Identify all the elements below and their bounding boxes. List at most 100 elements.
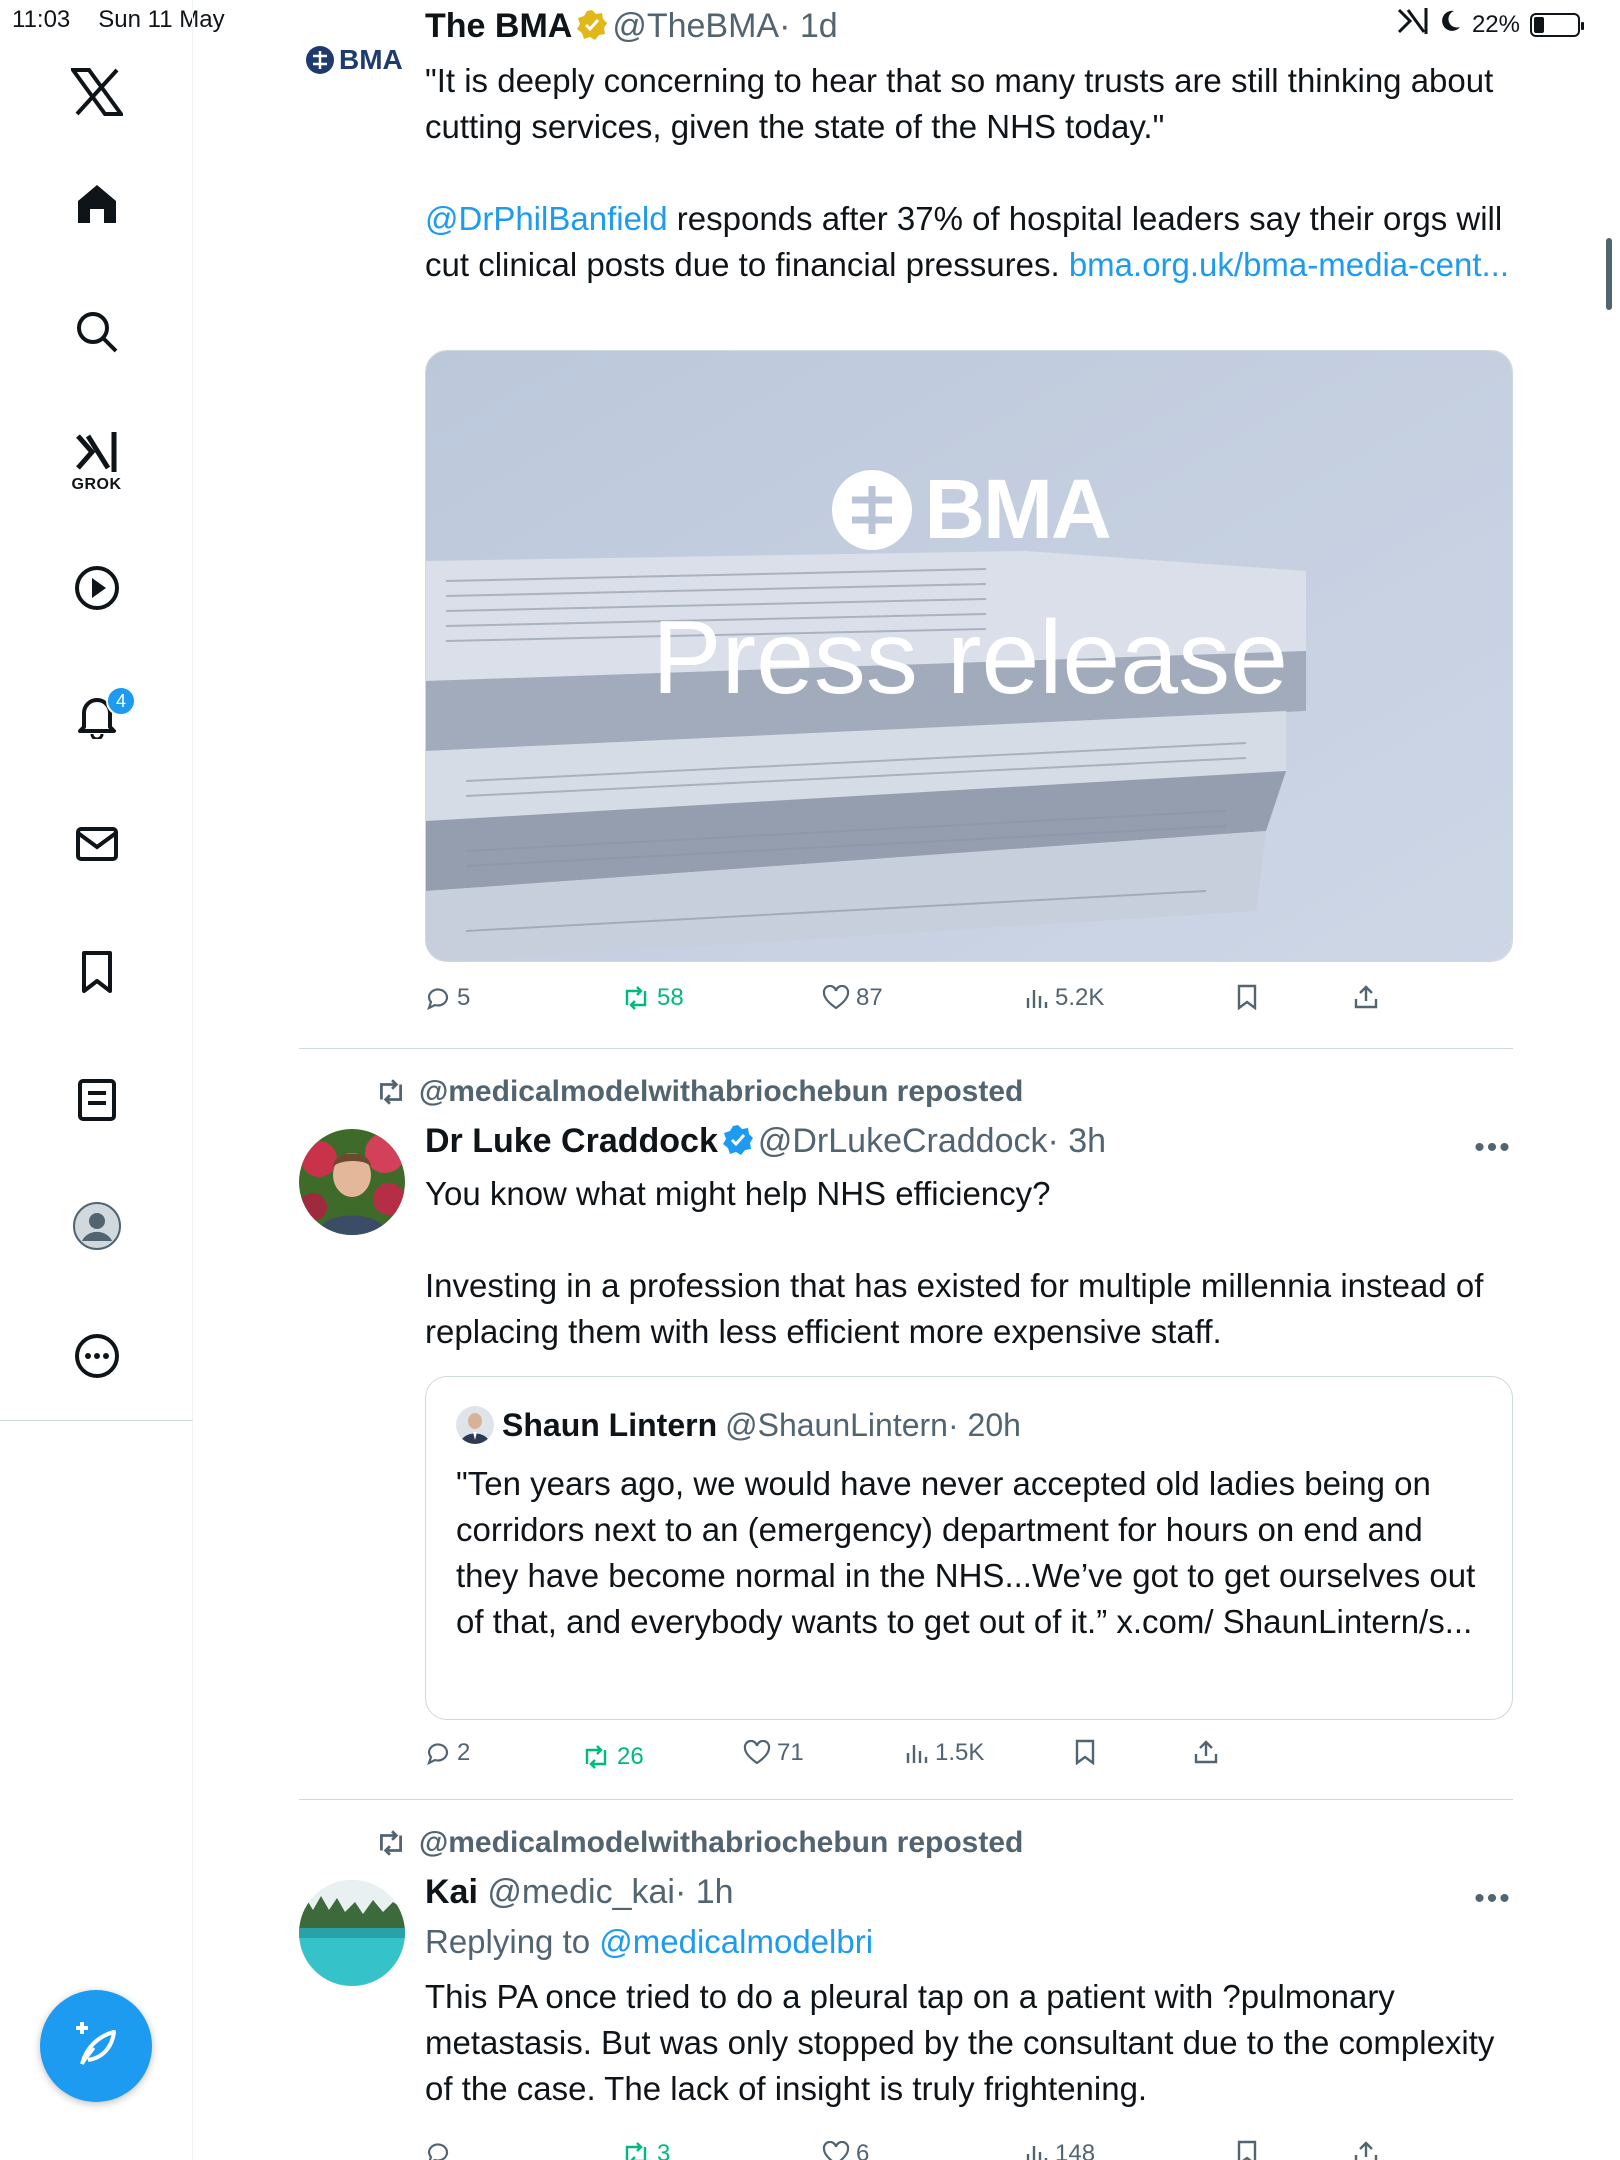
share-button[interactable] [1353,2140,1379,2160]
press-release-image[interactable]: BMA Press release [425,350,1513,962]
quoted-author-name: Shaun Lintern [502,1407,718,1443]
share-button[interactable] [1193,1739,1219,1765]
mention-link[interactable]: @DrPhilBanfield [425,200,668,237]
bookmark-icon [81,951,112,993]
reply-count: 2 [457,1739,471,1766]
more-options-icon[interactable]: ••• [1473,1131,1513,1165]
views-button[interactable]: 5.2K [1025,984,1104,1012]
quoted-author-line: Shaun Lintern @ShaunLintern · 20h [456,1405,1482,1445]
bma-avatar[interactable]: BMA [305,40,413,80]
compose-post-button[interactable] [40,1990,152,2102]
author-name[interactable]: The BMA [425,7,572,45]
mail-icon [75,827,118,861]
tweet-text-line2: Investing in a profession that has exist… [425,1267,1484,1350]
views-button[interactable]: 1.5K [905,1739,984,1767]
repost-icon [585,1745,607,1769]
share-icon [1194,1740,1218,1764]
like-button[interactable]: 6 [822,2140,869,2160]
repost-icon [380,1079,402,1105]
reply-button[interactable]: 5 [425,984,470,1012]
bookmark-icon [1237,984,1257,1010]
like-button[interactable]: 71 [743,1739,804,1767]
like-count: 71 [777,1739,804,1766]
grok-icon [75,432,116,472]
reply-icon [427,1743,449,1766]
author-line: Kai @medic_kai· 1h [425,1870,1510,1914]
nav-home[interactable] [0,178,193,230]
nav-more[interactable] [0,1330,193,1382]
repost-button[interactable]: 58 [621,984,684,1012]
repost-context-text[interactable]: @medicalmodelwithabriochebun reposted [419,1826,1023,1860]
bookmark-button[interactable] [1073,1739,1097,1765]
nav-lists[interactable] [0,1074,193,1126]
list-icon [77,1079,116,1121]
repost-count: 3 [657,2140,671,2160]
quoted-avatar[interactable] [456,1406,494,1444]
bookmark-button[interactable] [1235,984,1259,1010]
tweet-craddock[interactable]: @medicalmodelwithabriochebun reposted Dr… [193,1049,1513,1799]
craddock-avatar[interactable] [299,1129,405,1235]
nav-messages[interactable] [0,818,193,870]
quoted-author-handle: @ShaunLintern [725,1407,948,1443]
repost-button[interactable]: 26 [581,1743,644,1771]
author-line: The BMA @TheBMA· 1d [425,4,1510,52]
tweet-kai[interactable]: @medicalmodelwithabriochebun reposted Ka… [193,1800,1513,2160]
nav-notifications[interactable] [0,690,193,742]
quoted-tweet[interactable]: Shaun Lintern @ShaunLintern · 20h "Ten ye… [425,1376,1513,1720]
article-link[interactable]: bma.org.uk/bma-media-cent... [1069,246,1509,283]
home-icon [77,185,116,223]
sidebar: GROK 4 [0,0,193,2160]
nav-grok[interactable] [0,428,193,476]
like-count: 87 [856,984,883,1011]
views-icon [1026,2146,1048,2160]
kai-avatar[interactable] [299,1880,405,1986]
profile-avatar-icon [72,1202,121,1250]
blue-verified-icon [722,1123,754,1167]
share-icon [1354,2141,1378,2160]
reply-button[interactable]: 2 [425,1739,470,1767]
bookmark-icon [1237,2140,1257,2160]
nav-profile[interactable] [0,1200,193,1252]
nav-videos[interactable] [0,562,193,614]
tweet-content: Dr Luke Craddock @DrLukeCraddock· 3h You … [425,1119,1510,1355]
tweet-time: · 1h [674,1873,734,1911]
tweet-text: This PA once tried to do a pleural tap o… [425,1978,1495,2107]
reply-icon [427,988,449,1011]
reply-icon [427,2143,449,2160]
bookmark-button[interactable] [1235,2140,1259,2160]
avatar-image [299,1880,405,1986]
x-logo[interactable] [0,62,193,122]
scrollbar[interactable] [1606,238,1612,310]
bma-logo-icon [306,46,334,74]
reply-button[interactable] [425,2140,457,2160]
media-headline: Press release [652,600,1288,716]
heart-icon [822,985,850,1010]
heart-icon [743,1740,771,1765]
repost-button[interactable]: 3 [621,2140,670,2160]
tweet-text: You know what might help NHS efficiency?… [425,1171,1510,1355]
nav-bookmarks[interactable] [0,946,193,998]
view-count: 5.2K [1055,984,1105,1011]
views-icon [906,1745,928,1763]
nav-search[interactable] [0,306,193,358]
author-handle[interactable]: @DrLukeCraddock [758,1122,1048,1160]
author-handle[interactable]: @medic_kai [487,1873,675,1911]
author-name[interactable]: Kai [425,1873,478,1911]
author-handle[interactable]: @TheBMA [612,7,779,45]
views-button[interactable]: 148 [1025,2140,1095,2160]
replying-to: Replying to @medicalmodelbri [425,1920,1510,1964]
tweet-bma[interactable]: BMA The BMA @TheBMA· 1d "It is deeply con… [193,0,1513,1050]
quoted-text: "Ten years ago, we would have never acce… [456,1465,1476,1640]
share-button[interactable] [1353,984,1379,1010]
author-name[interactable]: Dr Luke Craddock [425,1122,718,1160]
bma-white-logo-icon [832,469,913,550]
like-button[interactable]: 87 [822,984,883,1012]
reply-count: 5 [457,984,471,1011]
heart-icon [822,2141,850,2160]
more-options-icon[interactable]: ••• [1473,1882,1513,1916]
view-count: 148 [1055,2140,1096,2160]
replying-to-link[interactable]: @medicalmodelbri [599,1923,873,1960]
view-count: 1.5K [935,1739,985,1766]
repost-context-text[interactable]: @medicalmodelwithabriochebun reposted [419,1075,1023,1109]
tweet-actions: 3 6 148 [425,2140,1510,2160]
